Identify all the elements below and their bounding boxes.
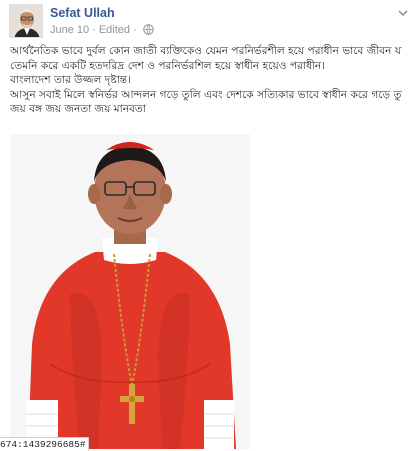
post-body-line: আসুন সবাই মিলে স্বনির্ভর আন্দলন গড়ে তুল… (10, 88, 402, 101)
author-name-link[interactable]: Sefat Ullah (50, 6, 115, 20)
edited-label[interactable]: Edited (99, 24, 130, 36)
image-id-overlay: 674:1439296685# (0, 437, 89, 451)
meta-separator: · (92, 24, 96, 36)
avatar-portrait (10, 5, 42, 37)
meta-separator-2: · (133, 24, 137, 36)
post-body-line: আর্থনৈতিক ভাবে দুর্বল কোন জাতী ব্যক্তিকে… (10, 45, 402, 57)
cardinal-portrait (10, 134, 250, 449)
post-photo[interactable] (10, 134, 250, 449)
globe-icon[interactable] (142, 24, 154, 38)
post-body: আর্থনৈতিক ভাবে দুর্বল কোন জাতী ব্যক্তিকে… (10, 44, 402, 117)
post-body-line: জয় বঙ্গ জয় জনতা জয় মানবতা (10, 103, 146, 116)
author-avatar[interactable] (9, 4, 43, 38)
post-body-line: বাংলাদেশ তার উজ্জল দৃষ্টান্ত। (10, 74, 131, 87)
post-meta: June 10 · Edited · (50, 24, 154, 38)
post-timestamp[interactable]: June 10 (50, 24, 89, 36)
post-header: Sefat Ullah June 10 · Edited · (9, 4, 408, 40)
post-body-line: তেমনি করে একটি হতদরিদ্র দেশ ও পরনির্ভরশি… (10, 59, 326, 72)
chevron-down-icon[interactable] (397, 6, 409, 18)
facebook-post: Sefat Ullah June 10 · Edited · আর্থনৈতিক ভা… (0, 0, 409, 451)
